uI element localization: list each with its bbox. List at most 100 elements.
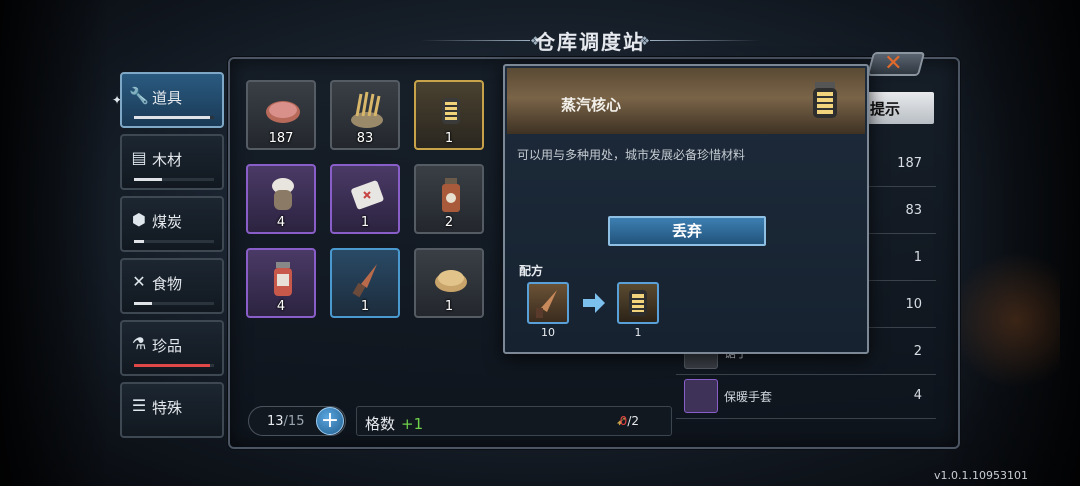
item-slot-wheat[interactable]: 83 bbox=[330, 80, 400, 150]
item-description: 可以用与多种用处，城市发展必备珍惜材料 bbox=[517, 148, 746, 162]
list-item-count: 1 bbox=[913, 250, 922, 265]
slot-label-text: 格数 bbox=[365, 415, 396, 433]
hint-header-label: 提示 bbox=[870, 100, 901, 118]
title-ornament-icon: ❖ bbox=[639, 34, 650, 48]
bread-icon bbox=[435, 270, 467, 292]
item-count: 2 bbox=[444, 215, 454, 230]
item-detail-popup: 蒸汽核心 可以用与多种用处，城市发展必备珍惜材料 丢弃 配方 10 1 bbox=[503, 64, 869, 354]
item-slot-bread[interactable]: 1 bbox=[414, 248, 484, 318]
background-shade-left bbox=[0, 0, 110, 486]
tab-label: 木材 bbox=[152, 151, 183, 169]
recipe-output-slot[interactable] bbox=[617, 282, 659, 324]
slot-label: 格数 +1 bbox=[365, 413, 423, 434]
tab-coal[interactable]: ⬢ 煤炭 bbox=[120, 196, 224, 252]
capacity-total: /15 bbox=[283, 414, 305, 429]
item-count: 4 bbox=[276, 215, 286, 230]
item-count: 1 bbox=[360, 215, 370, 230]
list-item-count: 10 bbox=[905, 297, 922, 312]
item-slot-meat[interactable]: 187 bbox=[246, 80, 316, 150]
discard-button[interactable]: 丢弃 bbox=[608, 216, 766, 246]
item-count: 1 bbox=[444, 131, 454, 146]
capacity-used: 13 bbox=[267, 414, 284, 429]
tab-fill-bar bbox=[134, 116, 214, 119]
steam-core-icon bbox=[813, 82, 837, 118]
drone-counter: 0/2 bbox=[620, 414, 639, 428]
list-item-count: 4 bbox=[913, 388, 922, 403]
list-item-thumb bbox=[684, 379, 718, 413]
drill-icon bbox=[352, 264, 377, 298]
tab-fill bbox=[134, 116, 210, 119]
tab-fill-bar bbox=[134, 302, 214, 305]
medicine-bottle-icon bbox=[442, 178, 460, 212]
flask-icon: ⚗ bbox=[131, 334, 147, 353]
drill-icon bbox=[536, 290, 557, 318]
list-item-count: 83 bbox=[905, 203, 922, 218]
recipe-input-count: 10 bbox=[541, 326, 555, 339]
tab-fill bbox=[134, 240, 144, 243]
drone-total: /2 bbox=[627, 414, 639, 428]
slot-plus: +1 bbox=[401, 415, 424, 433]
item-count: 83 bbox=[356, 131, 374, 146]
item-slot-drill[interactable]: 1 bbox=[330, 248, 400, 318]
steam-core-icon bbox=[629, 290, 647, 316]
tab-props[interactable]: 🔧 道具 bbox=[120, 72, 224, 128]
gloves-icon bbox=[272, 178, 294, 210]
item-count: 4 bbox=[276, 299, 286, 314]
recipe-label: 配方 bbox=[519, 264, 544, 278]
item-name: 蒸汽核心 bbox=[561, 96, 622, 114]
background-fire-glow bbox=[950, 250, 1060, 390]
title-bar: ❖ 仓库调度站 ❖ bbox=[420, 24, 760, 56]
item-count: 187 bbox=[268, 131, 294, 146]
item-slot-canister[interactable]: 4 bbox=[246, 248, 316, 318]
tab-label: 食物 bbox=[152, 275, 183, 293]
popup-header: 蒸汽核心 bbox=[507, 68, 865, 134]
version-label: v1.0.1.10953101 bbox=[934, 469, 1028, 482]
tab-fill-bar bbox=[134, 178, 214, 181]
item-slot-steam-core[interactable]: 1 bbox=[414, 80, 484, 150]
fork-knife-icon: ✕ bbox=[132, 272, 146, 291]
bandage-icon bbox=[351, 180, 384, 210]
add-capacity-button[interactable]: + bbox=[316, 407, 344, 435]
item-count: 1 bbox=[360, 299, 370, 314]
capacity-text: 13/15 bbox=[267, 414, 304, 429]
logs-icon: ▤ bbox=[131, 148, 147, 167]
arrow-right-icon bbox=[583, 293, 605, 313]
item-slot-gloves[interactable]: 4 bbox=[246, 164, 316, 234]
tab-label: 煤炭 bbox=[152, 213, 183, 231]
background-shade-right bbox=[940, 0, 1080, 486]
list-item-count: 2 bbox=[913, 344, 922, 359]
meat-icon bbox=[266, 101, 300, 123]
canister-icon bbox=[274, 262, 292, 296]
tab-treasure[interactable]: ⚗ 珍品 bbox=[120, 320, 224, 376]
tab-label: 特殊 bbox=[152, 399, 183, 417]
recipe-input-slot[interactable] bbox=[527, 282, 569, 324]
tab-fill-bar bbox=[134, 364, 214, 367]
tab-special[interactable]: ☰ 特殊 bbox=[120, 382, 224, 438]
item-slot-medicine[interactable]: 2 bbox=[414, 164, 484, 234]
list-item-name: 保暖手套 bbox=[724, 390, 773, 404]
tab-label: 道具 bbox=[152, 89, 183, 107]
wheat-sack-icon bbox=[351, 91, 383, 128]
tab-fill bbox=[134, 178, 162, 181]
list-item-count: 187 bbox=[897, 156, 922, 171]
layers-icon: ☰ bbox=[131, 396, 147, 415]
close-button[interactable]: ✕ bbox=[866, 51, 926, 76]
tab-wood[interactable]: ▤ 木材 bbox=[120, 134, 224, 190]
coal-icon: ⬢ bbox=[132, 210, 146, 229]
title-ornament-line bbox=[650, 40, 760, 41]
close-icon: ✕ bbox=[884, 51, 903, 76]
item-slot-bandage[interactable]: 1 bbox=[330, 164, 400, 234]
tab-fill bbox=[134, 302, 152, 305]
list-item[interactable]: 保暖手套 4 bbox=[676, 374, 936, 419]
recipe-output-count: 1 bbox=[634, 326, 642, 339]
tab-label: 珍品 bbox=[152, 337, 183, 355]
tab-fill bbox=[134, 364, 210, 367]
tab-food[interactable]: ✕ 食物 bbox=[120, 258, 224, 314]
wrench-icon: 🔧 bbox=[129, 86, 149, 105]
title-ornament-line bbox=[420, 40, 530, 41]
tab-fill-bar bbox=[134, 240, 214, 243]
slot-info-bar: 格数 +1 ➹ 0/2 bbox=[356, 406, 672, 436]
steam-core-icon bbox=[442, 98, 460, 124]
hint-header[interactable]: 提示 bbox=[860, 92, 934, 124]
plus-icon: + bbox=[320, 408, 340, 433]
